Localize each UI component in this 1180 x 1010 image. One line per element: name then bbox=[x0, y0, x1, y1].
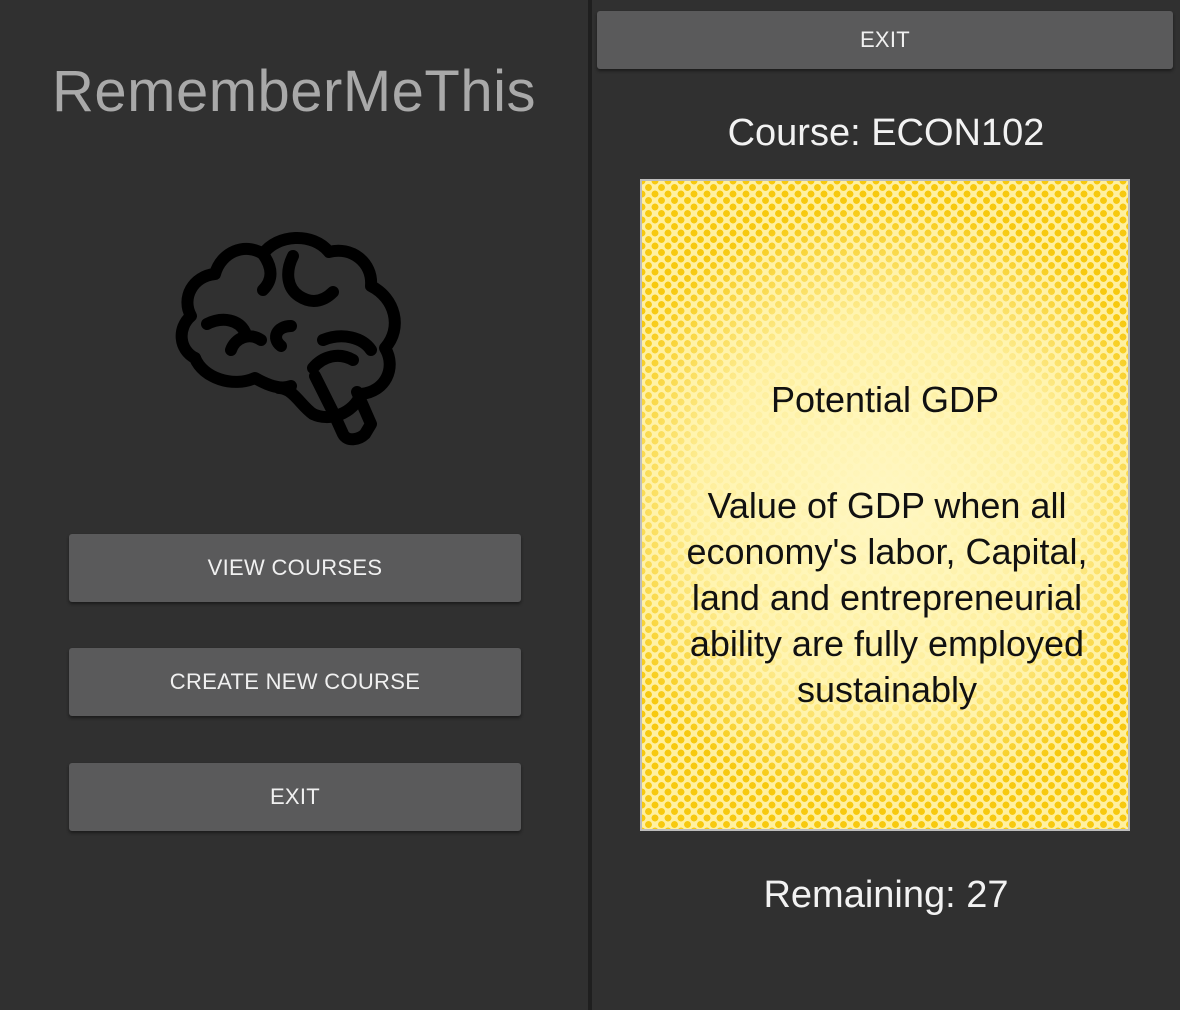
remaining-count: Remaining: 27 bbox=[763, 874, 1009, 916]
main-menu-screen: RememberMeThis VIEW COURSES CREATE NEW C… bbox=[0, 0, 588, 1010]
exit-button[interactable]: EXIT bbox=[597, 11, 1173, 69]
card-definition: Value of GDP when all economy's labor, C… bbox=[686, 485, 1088, 710]
card-term: Potential GDP bbox=[770, 379, 1000, 420]
exit-button[interactable]: EXIT bbox=[69, 763, 521, 831]
app-title: RememberMeThis bbox=[52, 59, 536, 124]
flashcard-screen: EXIT Course: ECON102 Potential GDP Value… bbox=[592, 0, 1180, 1010]
flashcard[interactable]: Potential GDP Value of GDP when all econ… bbox=[640, 179, 1130, 831]
create-new-course-button[interactable]: CREATE NEW COURSE bbox=[69, 648, 521, 716]
course-label: Course: ECON102 bbox=[727, 112, 1045, 154]
brain-icon bbox=[175, 232, 401, 446]
view-courses-button[interactable]: VIEW COURSES bbox=[69, 534, 521, 602]
